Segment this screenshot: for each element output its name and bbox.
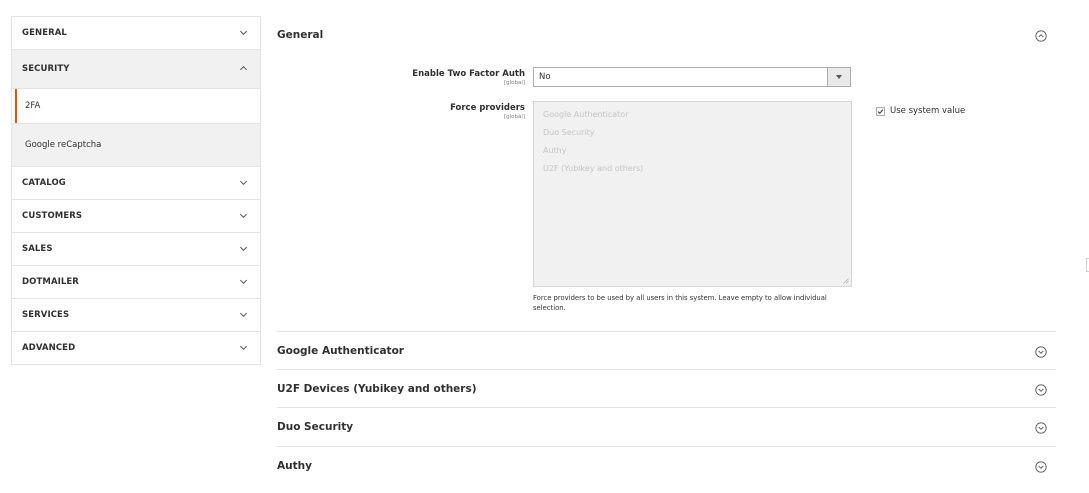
tab-general[interactable]: GENERAL: [12, 17, 260, 50]
checkmark-icon: [877, 108, 884, 114]
tab-customers[interactable]: CUSTOMERS: [12, 200, 260, 233]
sidebar-item-2fa[interactable]: 2FA: [12, 89, 260, 124]
tab-security[interactable]: SECURITY: [12, 50, 260, 89]
caret-down-icon: [836, 75, 842, 79]
chevron-down-icon: [239, 30, 248, 36]
tab-services[interactable]: SERVICES: [12, 299, 260, 332]
section-title-authy[interactable]: Authy: [277, 460, 312, 472]
tab-label: CUSTOMERS: [22, 211, 83, 221]
section-title-u2f-devices[interactable]: U2F Devices (Yubikey and others): [277, 383, 477, 395]
chevron-up-icon: [239, 65, 248, 71]
provider-option[interactable]: Authy: [543, 144, 851, 162]
force-providers-scope: [global]: [503, 114, 525, 120]
chevron-down-icon: [239, 312, 248, 318]
tab-label: GENERAL: [22, 28, 67, 38]
force-providers-label: Force providers [global]: [450, 103, 525, 120]
config-sidebar: GENERAL SECURITY 2FA Google reCaptcha CA…: [11, 16, 261, 365]
select-arrow[interactable]: [827, 68, 850, 86]
enable-2fa-label-text: Enable Two Factor Auth: [412, 69, 525, 79]
sidebar-item-label: Google reCaptcha: [25, 140, 102, 150]
section-divider: [277, 331, 1056, 332]
tab-dotmailer[interactable]: DOTMAILER: [12, 266, 260, 299]
section-divider: [277, 446, 1056, 447]
force-providers-note: Force providers to be used by all users …: [533, 294, 827, 312]
provider-option[interactable]: U2F (Yubikey and others): [543, 162, 851, 180]
tab-label: CATALOG: [22, 178, 66, 188]
section-title-google-authenticator[interactable]: Google Authenticator: [277, 345, 404, 357]
circle-chevron-up-icon[interactable]: [1035, 30, 1047, 42]
circle-chevron-down-icon[interactable]: [1035, 461, 1047, 473]
checkbox-box[interactable]: [876, 106, 885, 116]
use-system-value-checkbox[interactable]: Use system value: [876, 106, 965, 116]
resize-handle-icon[interactable]: [843, 278, 849, 284]
tab-catalog[interactable]: CATALOG: [12, 167, 260, 200]
tab-sales[interactable]: SALES: [12, 233, 260, 266]
tab-label: SALES: [22, 244, 53, 254]
sidebar-item-label: 2FA: [25, 101, 41, 111]
use-system-value-label: Use system value: [890, 106, 966, 116]
tab-advanced[interactable]: ADVANCED: [12, 332, 260, 365]
sidebar-item-google-recaptcha[interactable]: Google reCaptcha: [12, 124, 260, 167]
enable-2fa-label: Enable Two Factor Auth [global]: [412, 69, 525, 86]
provider-option[interactable]: Duo Security: [543, 126, 851, 144]
provider-option[interactable]: Google Authenticator: [543, 108, 851, 126]
section-title-duo-security[interactable]: Duo Security: [277, 421, 353, 433]
chevron-down-icon: [239, 180, 248, 186]
chevron-down-icon: [239, 345, 248, 351]
section-divider: [277, 369, 1056, 370]
tab-label: SECURITY: [22, 64, 70, 74]
force-providers-label-text: Force providers: [450, 103, 525, 113]
enable-2fa-select[interactable]: No: [533, 67, 851, 87]
circle-chevron-down-icon[interactable]: [1035, 422, 1047, 434]
circle-chevron-down-icon[interactable]: [1035, 346, 1047, 358]
force-providers-multiselect[interactable]: Google Authenticator Duo Security Authy …: [533, 101, 852, 287]
chevron-down-icon: [239, 213, 248, 219]
enable-2fa-scope: [global]: [503, 80, 525, 86]
section-divider: [277, 407, 1056, 408]
tab-label: SERVICES: [22, 310, 70, 320]
section-title-general[interactable]: General: [277, 29, 323, 41]
chevron-down-icon: [239, 246, 248, 252]
enable-2fa-value: No: [539, 72, 551, 82]
tab-label: DOTMAILER: [22, 277, 79, 287]
tab-label: ADVANCED: [22, 343, 76, 353]
circle-chevron-down-icon[interactable]: [1035, 384, 1047, 396]
chevron-down-icon: [239, 279, 248, 285]
